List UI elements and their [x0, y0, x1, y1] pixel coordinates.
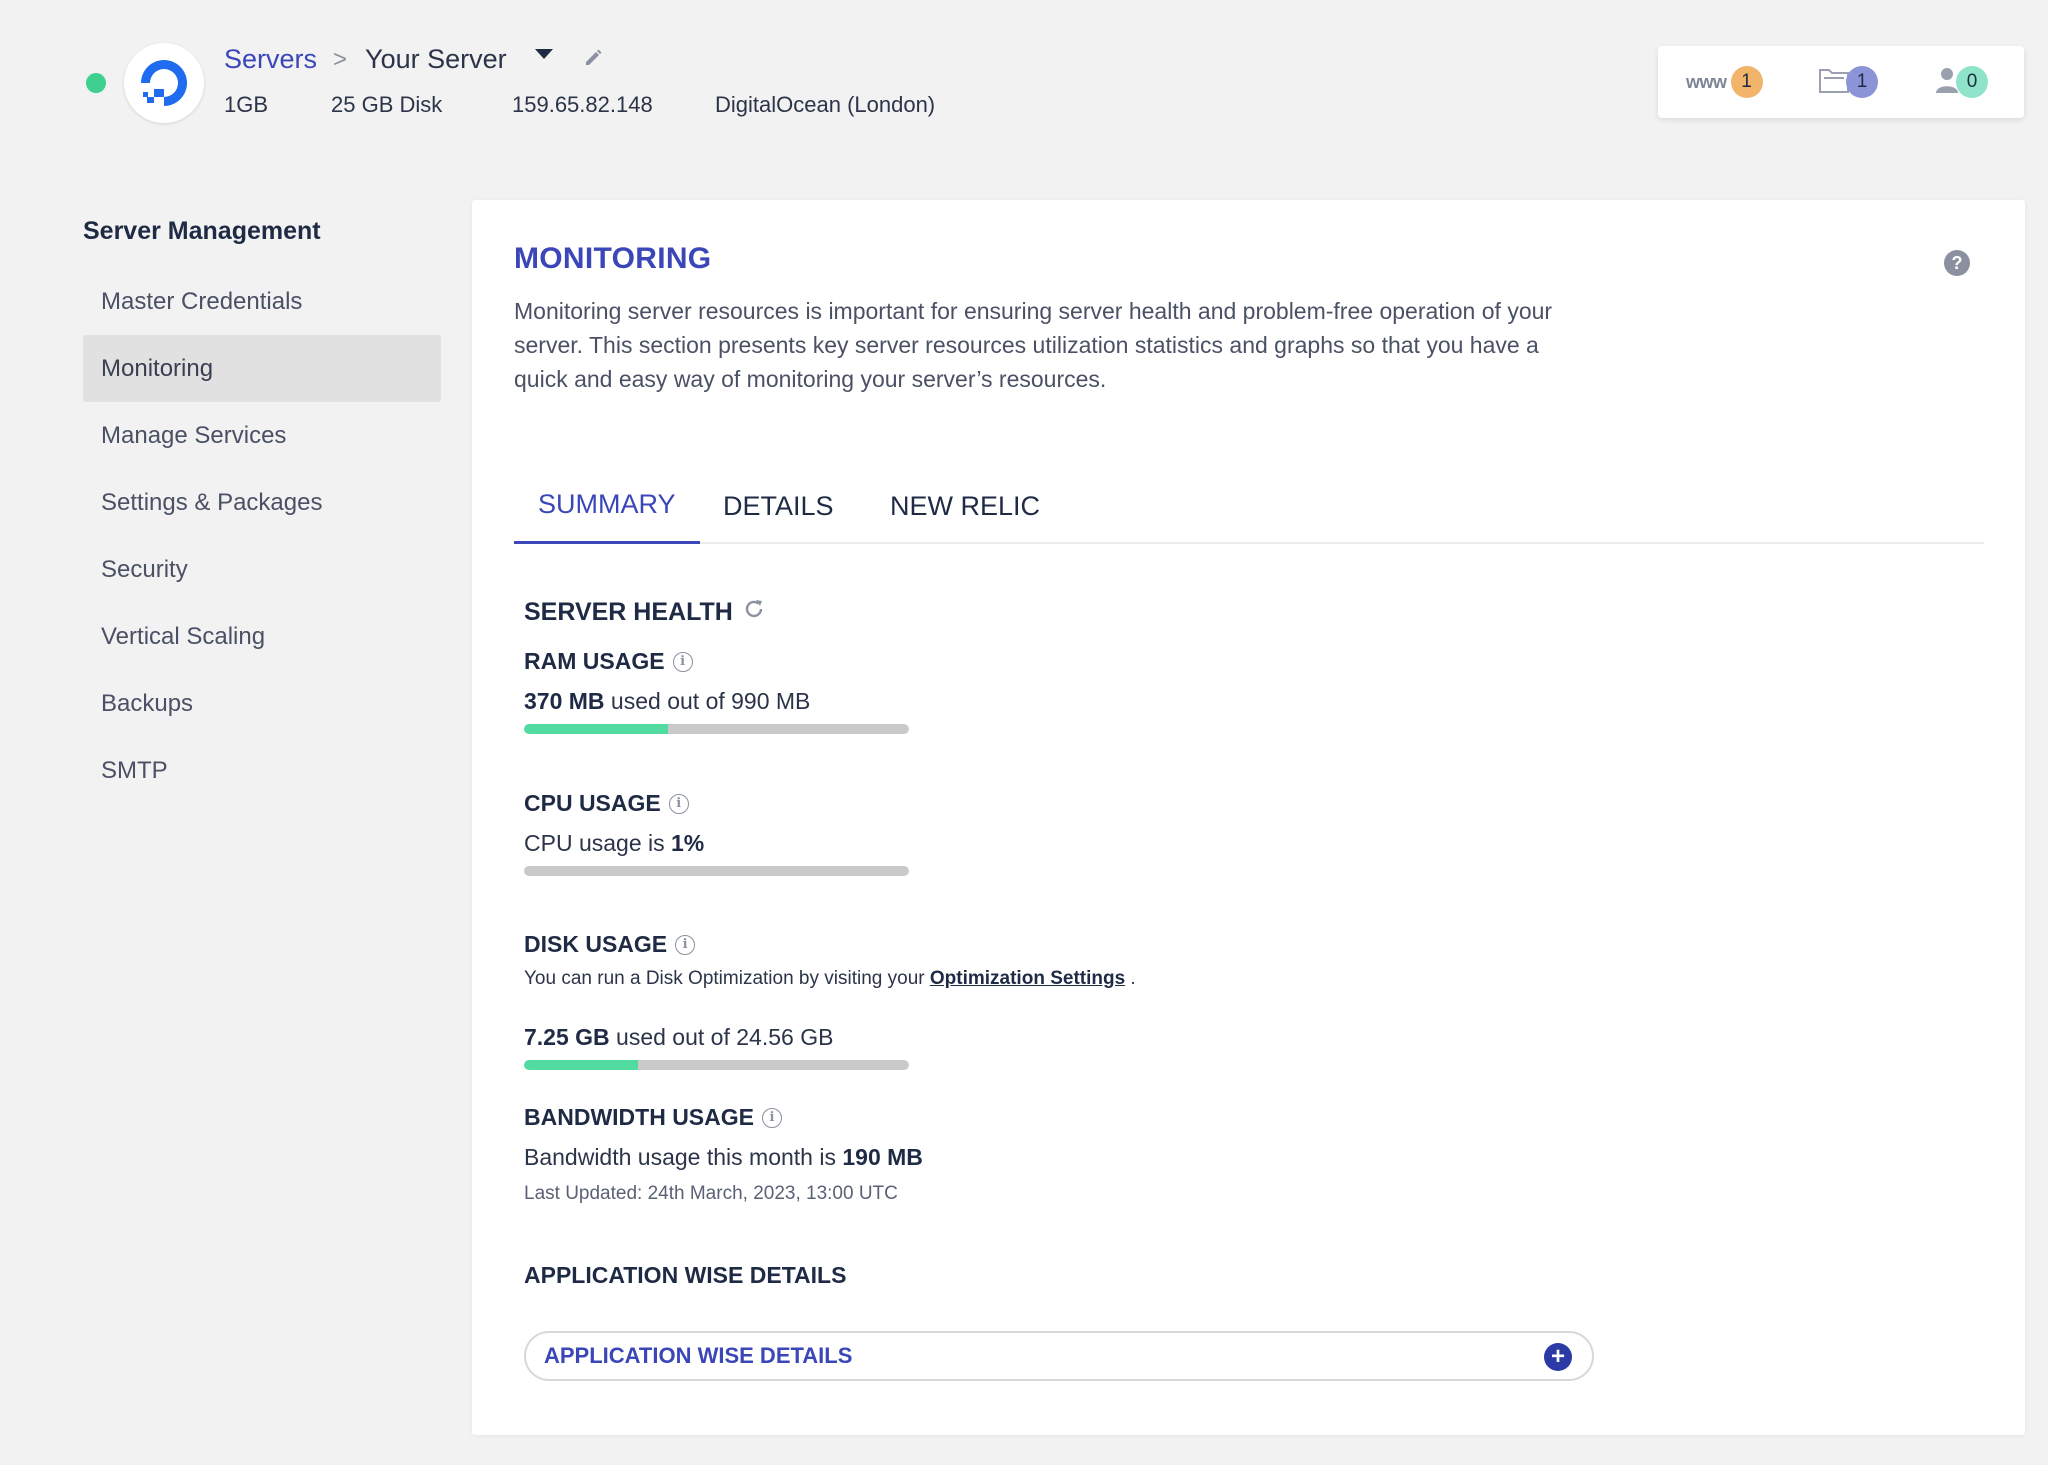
ram-usage-text: 370 MB used out of 990 MB	[524, 688, 810, 715]
sidebar-item-master-credentials[interactable]: Master Credentials	[83, 268, 441, 335]
bandwidth-usage-heading: BANDWIDTH USAGE i	[524, 1104, 782, 1131]
sidebar-item-smtp[interactable]: SMTP	[83, 737, 441, 804]
ram-usage-bar-fill	[524, 724, 668, 734]
sidebar-item-backups[interactable]: Backups	[83, 670, 441, 737]
tab-new-relic[interactable]: NEW RELIC	[866, 468, 1064, 544]
bandwidth-usage-text: Bandwidth usage this month is 190 MB	[524, 1144, 923, 1171]
sidebar-item-settings-packages[interactable]: Settings & Packages	[83, 469, 441, 536]
server-health-title: SERVER HEALTH	[524, 598, 733, 626]
bandwidth-info-icon[interactable]: i	[762, 1107, 782, 1128]
page-title: MONITORING	[514, 242, 712, 275]
server-management-sidebar: Server Management Master Credentials Mon…	[83, 210, 441, 804]
cpu-usage-bar	[524, 866, 909, 876]
app-details-accordion[interactable]: APPLICATION WISE DETAILS +	[524, 1331, 1594, 1381]
sidebar-item-monitoring[interactable]: Monitoring	[83, 335, 441, 402]
www-icon: www	[1686, 71, 1727, 92]
disk-usage-title: DISK USAGE	[524, 931, 668, 957]
cpu-usage-title: CPU USAGE	[524, 790, 661, 816]
edit-server-name-icon[interactable]	[583, 44, 603, 75]
sidebar-item-manage-services[interactable]: Manage Services	[83, 402, 441, 469]
www-count-badge: 1	[1730, 66, 1763, 98]
disk-usage-heading: DISK USAGE i	[524, 931, 696, 958]
users-counter[interactable]: 0	[1934, 66, 1988, 98]
disk-optimization-note: You can run a Disk Optimization by visit…	[524, 968, 1136, 990]
disk-info-icon[interactable]: i	[675, 934, 696, 955]
ram-usage-title: RAM USAGE	[524, 648, 665, 674]
cpu-usage-prefix: CPU usage is	[524, 830, 672, 856]
expand-plus-icon[interactable]: +	[1544, 1343, 1572, 1371]
optimization-settings-link[interactable]: Optimization Settings	[930, 968, 1125, 989]
refresh-icon[interactable]	[743, 598, 765, 627]
server-status-indicator	[86, 73, 106, 93]
ram-usage-bar	[524, 724, 909, 734]
breadcrumb-separator: >	[333, 45, 348, 73]
bandwidth-value: 190 MB	[842, 1144, 923, 1170]
monitoring-tabs: SUMMARY DETAILS NEW RELIC	[514, 468, 1984, 544]
disk-usage-bar-fill	[524, 1060, 638, 1070]
app-details-accordion-label: APPLICATION WISE DETAILS	[544, 1343, 853, 1368]
ram-info-icon[interactable]: i	[672, 651, 693, 672]
disk-total-text: used out of 24.56 GB	[609, 1024, 834, 1050]
server-switch-dropdown-icon[interactable]	[534, 48, 553, 59]
sidebar-title: Server Management	[83, 217, 321, 245]
sidebar-item-vertical-scaling[interactable]: Vertical Scaling	[83, 603, 441, 670]
bandwidth-usage-title: BANDWIDTH USAGE	[524, 1104, 754, 1130]
server-health-heading: SERVER HEALTH	[524, 598, 765, 627]
breadcrumb-servers-link[interactable]: Servers	[224, 44, 317, 75]
tab-summary[interactable]: SUMMARY	[514, 468, 700, 544]
files-counter[interactable]: 1	[1818, 66, 1878, 98]
www-counter[interactable]: www 1	[1686, 66, 1763, 98]
server-ip: 159.65.82.148	[512, 92, 653, 117]
help-icon[interactable]: ?	[1944, 250, 1970, 276]
server-header: Servers > Your Server 1GB 25 GB Disk 159…	[0, 0, 2048, 170]
cpu-usage-text: CPU usage is 1%	[524, 830, 704, 857]
monitoring-panel: MONITORING ? Monitoring server resources…	[472, 200, 2025, 1435]
disk-used-value: 7.25 GB	[524, 1024, 610, 1050]
server-disk: 25 GB Disk	[331, 92, 443, 117]
disk-note-suffix: .	[1125, 968, 1136, 989]
disk-usage-text: 7.25 GB used out of 24.56 GB	[524, 1024, 833, 1051]
tab-details[interactable]: DETAILS	[699, 468, 858, 544]
resource-counters: www 1 1 0	[1658, 46, 2024, 118]
bandwidth-prefix: Bandwidth usage this month is	[524, 1144, 843, 1170]
disk-usage-bar	[524, 1060, 909, 1070]
users-count-badge: 0	[1956, 66, 1988, 98]
server-provider: DigitalOcean (London)	[715, 92, 936, 117]
cpu-usage-value: 1%	[671, 830, 705, 856]
sidebar-item-security[interactable]: Security	[83, 536, 441, 603]
page-description: Monitoring server resources is important…	[514, 298, 1553, 392]
cpu-info-icon[interactable]: i	[668, 793, 689, 814]
ram-usage-heading: RAM USAGE i	[524, 648, 693, 675]
server-size: 1GB	[224, 92, 269, 117]
disk-note-prefix: You can run a Disk Optimization by visit…	[524, 968, 930, 989]
breadcrumb: Servers > Your Server	[224, 44, 603, 75]
ram-total-text: used out of 990 MB	[604, 688, 811, 714]
server-name: Your Server	[365, 44, 507, 74]
files-count-badge: 1	[1846, 66, 1878, 98]
digitalocean-logo-icon	[124, 43, 204, 123]
app-details-heading: APPLICATION WISE DETAILS	[524, 1262, 847, 1288]
ram-used-value: 370 MB	[524, 688, 605, 714]
cpu-usage-heading: CPU USAGE i	[524, 790, 689, 817]
bandwidth-last-updated: Last Updated: 24th March, 2023, 13:00 UT…	[524, 1183, 898, 1204]
